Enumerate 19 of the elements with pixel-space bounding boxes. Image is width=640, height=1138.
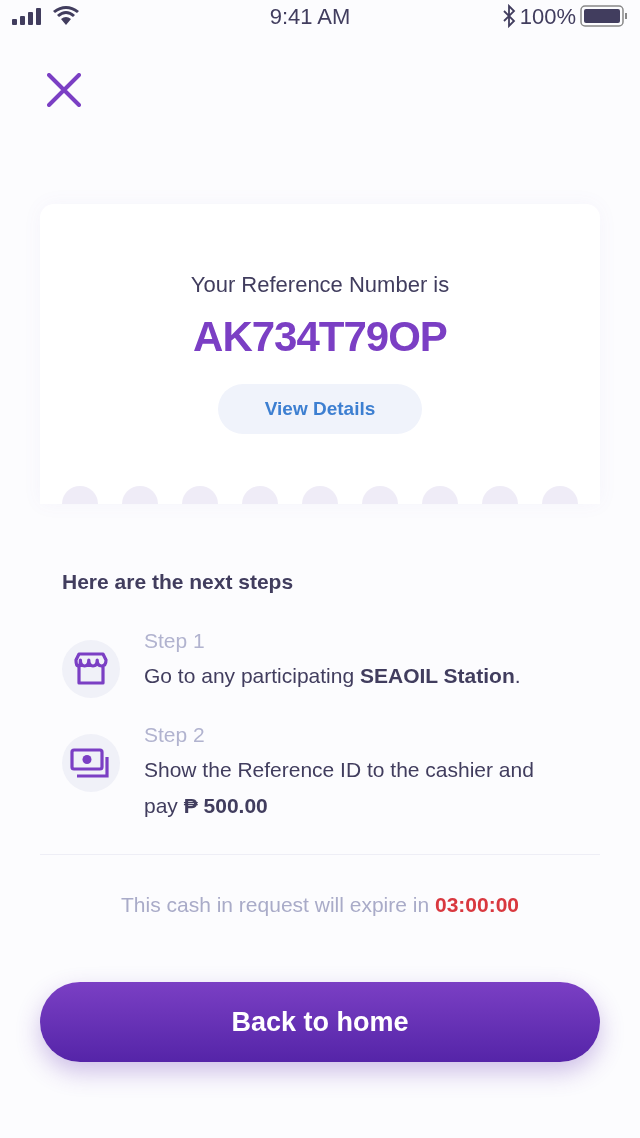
battery-icon [580,5,628,27]
status-time: 9:41 AM [269,2,351,31]
reference-label: Your Reference Number is [190,271,450,299]
cash-icon [62,733,120,792]
view-details-button[interactable]: View Details [218,384,422,434]
store-icon [62,639,120,698]
close-icon [47,73,81,107]
bluetooth-icon [501,4,516,28]
battery-percent: 100% [519,2,576,31]
step-text: Go to any participating SEAOIL Station. [144,662,522,689]
expiry-text: This cash in request will expire in 03:00:00 [119,891,520,918]
reference-number: AK734T79OP [193,312,447,362]
wifi-icon [52,6,80,26]
step-title: Step 1 [144,627,206,654]
steps-heading: Here are the next steps [62,569,295,595]
step-text: Show the Reference ID to the cashier and pay ₱ 500.00 [144,756,535,819]
close-button[interactable] [46,72,82,108]
step-title: Step 2 [144,721,206,748]
back-to-home-button[interactable]: Back to home [40,982,600,1062]
